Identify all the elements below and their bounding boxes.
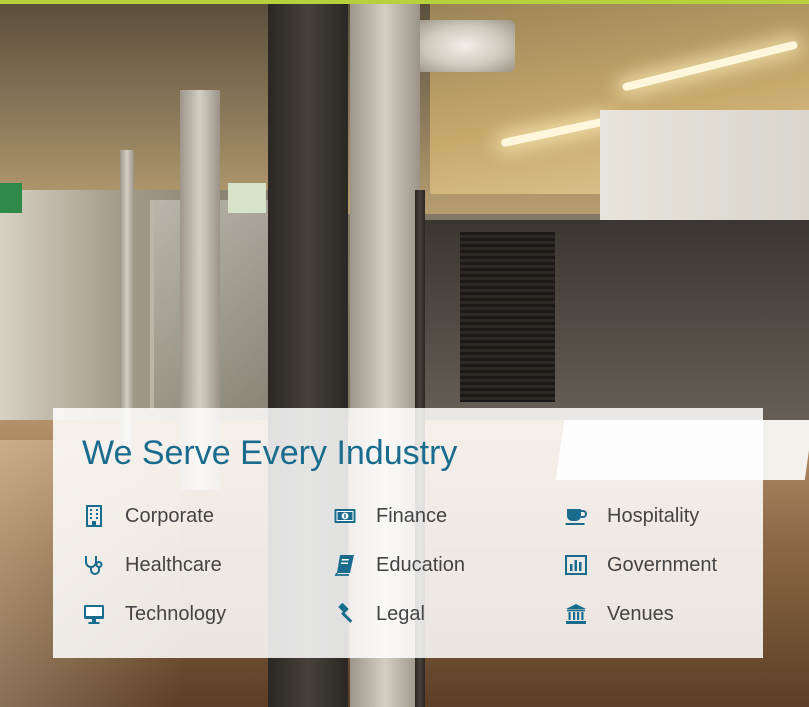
industry-label: Education	[376, 553, 465, 576]
bar-chart-icon	[565, 554, 587, 576]
stethoscope-icon	[83, 554, 105, 576]
industry-label: Healthcare	[125, 553, 222, 576]
coffee-cup-icon	[565, 505, 587, 527]
industry-label: Finance	[376, 504, 448, 527]
industry-education[interactable]: Education	[334, 550, 465, 580]
building-icon	[83, 505, 105, 527]
industries-panel: We Serve Every Industry Corporate Financ…	[53, 408, 763, 658]
industry-label: Hospitality	[607, 504, 700, 527]
institution-icon	[565, 603, 587, 625]
industry-technology[interactable]: Technology	[83, 599, 226, 629]
industry-label: Legal	[376, 602, 425, 625]
industry-legal[interactable]: Legal	[334, 599, 425, 629]
industry-label: Government	[607, 553, 718, 576]
industry-government[interactable]: Government	[565, 550, 717, 580]
industry-label: Venues	[607, 602, 674, 625]
hero-section: We Serve Every Industry Corporate Financ…	[0, 0, 809, 707]
industry-finance[interactable]: Finance	[334, 501, 447, 531]
industry-venues[interactable]: Venues	[565, 599, 674, 629]
book-icon	[334, 554, 356, 576]
industry-healthcare[interactable]: Healthcare	[83, 550, 222, 580]
industry-label: Corporate	[125, 504, 214, 527]
desktop-icon	[83, 603, 105, 625]
gavel-icon	[334, 603, 356, 625]
industry-hospitality[interactable]: Hospitality	[565, 501, 699, 531]
money-icon	[334, 505, 356, 527]
panel-title: We Serve Every Industry	[82, 434, 458, 472]
industry-label: Technology	[125, 602, 227, 625]
industry-corporate[interactable]: Corporate	[83, 501, 214, 531]
